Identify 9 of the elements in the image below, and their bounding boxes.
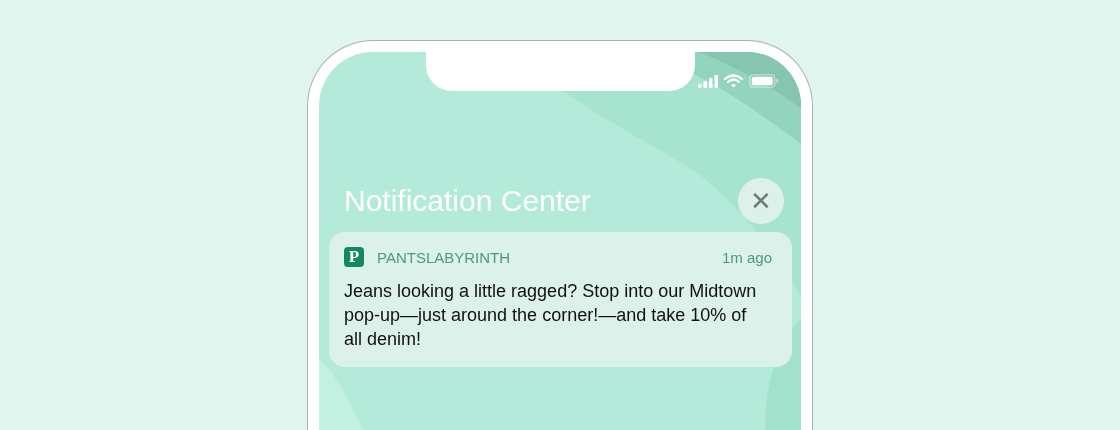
notification-time: 1m ago [721,248,772,266]
notification-center-title: Notification Center [344,184,591,218]
notification-card[interactable]: P PANTSLABYRINTH 1m ago Jeans looking a little ragged? Stop into our Midtown pop-up—just around the corner!—and take 10% of all denim! [329,232,792,367]
wifi-icon [724,74,743,88]
notification-message: Jeans looking a little ragged? Stop into our Midtown pop-up—just around the corner!—and take 10% of all denim! [344,280,758,351]
app-icon: P [344,247,364,267]
app-name: PANTSLABYRINTH [377,248,511,266]
signal-icon [698,74,718,88]
battery-icon [749,74,779,88]
